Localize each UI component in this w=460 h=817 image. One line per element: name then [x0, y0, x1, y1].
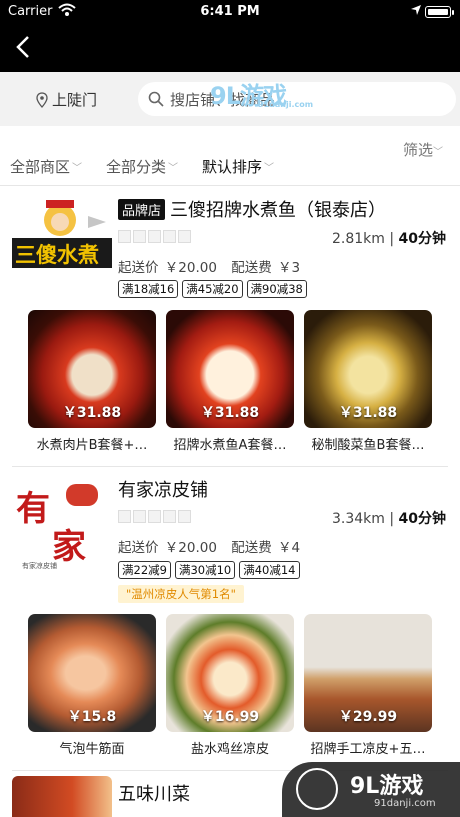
chevron-down-icon: ﹀	[72, 163, 83, 174]
discount-tag: 满45减20	[182, 280, 243, 298]
top-bar: Carrier 6:41 PM	[0, 0, 460, 72]
chevron-down-icon: ﹀	[168, 163, 179, 174]
svg-text:有家凉皮铺: 有家凉皮铺	[22, 561, 57, 570]
dish-image: ￥29.99	[304, 614, 432, 732]
svg-text:有: 有	[16, 489, 50, 529]
distance-time: 3.34km | 40分钟	[331, 511, 446, 527]
dish-item[interactable]: ￥31.88 招牌水煮鱼A套餐…	[166, 310, 296, 453]
svg-text:家: 家	[52, 527, 86, 567]
location-label: 上陡门	[52, 91, 98, 109]
star-icon	[118, 510, 131, 523]
discount-tags: 满22减9 满30减10 满40减14	[118, 561, 300, 579]
chevron-down-icon: ﹀	[264, 163, 275, 174]
star-icon	[148, 510, 161, 523]
discount-tag: 满22减9	[118, 561, 171, 579]
store-logo	[12, 776, 112, 817]
filter-category[interactable]: 全部分类 ﹀	[106, 156, 178, 177]
discount-tag: 满40减14	[239, 561, 300, 579]
rating-stars	[118, 230, 191, 243]
rating-stars	[118, 510, 191, 523]
filter-area[interactable]: 全部商区 ﹀	[10, 156, 82, 177]
star-icon	[163, 230, 176, 243]
dish-item[interactable]: ￥31.88 水煮肉片B套餐+…	[28, 310, 158, 453]
svg-text:三傻水煮: 三傻水煮	[15, 243, 99, 267]
star-icon	[178, 510, 191, 523]
discount-tag: 满90减38	[246, 280, 307, 298]
store-name: 品牌店 三傻招牌水煮鱼（银泰店）	[118, 196, 386, 222]
store-logo: 三傻水煮	[12, 192, 112, 292]
divider	[12, 466, 448, 467]
clock: 6:41 PM	[200, 4, 260, 19]
dish-item[interactable]: ￥29.99 招牌手工凉皮+五…	[304, 614, 434, 757]
back-button[interactable]	[14, 34, 34, 60]
discount-tag: 满18减16	[118, 280, 179, 298]
battery-icon	[425, 6, 454, 18]
dish-image: ￥31.88	[28, 310, 156, 428]
map-pin-icon	[36, 91, 48, 108]
store-name: 五味川菜	[118, 784, 190, 805]
dish-image: ￥31.88	[304, 310, 432, 428]
watermark-badge: 9L游戏 91danji.com	[282, 762, 460, 817]
brand-badge: 品牌店	[118, 198, 166, 220]
discount-tags: 满18减16 满45减20 满90减38	[118, 280, 307, 298]
star-icon	[118, 230, 131, 243]
dish-image: ￥16.99	[166, 614, 294, 732]
watermark-logo: 9L游戏 91danji.com	[210, 82, 314, 110]
dish-item[interactable]: ￥16.99 盐水鸡丝凉皮	[166, 614, 296, 757]
filter-sort[interactable]: 默认排序 ﹀	[202, 156, 274, 177]
dish-item[interactable]: ￥31.88 秘制酸菜鱼B套餐…	[304, 310, 434, 453]
watermark-circle-icon	[296, 768, 338, 810]
search-input[interactable]: 搜店铺、找商品	[138, 82, 456, 116]
dish-image: ￥31.88	[166, 310, 294, 428]
star-icon	[133, 230, 146, 243]
filter-screen[interactable]: 筛选﹀	[403, 139, 443, 160]
promo-badge: "温州凉皮人气第1名"	[118, 585, 244, 603]
star-icon	[178, 230, 191, 243]
chevron-down-icon: ﹀	[433, 147, 444, 158]
store-logo: 有 家 有家凉皮铺	[12, 474, 112, 574]
filter-bar: 全部商区 ﹀ 全部分类 ﹀ 默认排序 ﹀ 筛选﹀	[0, 126, 460, 186]
dish-image: ￥15.8	[28, 614, 156, 732]
star-icon	[163, 510, 176, 523]
distance-time: 2.81km | 40分钟	[331, 231, 446, 247]
location-arrow-icon	[411, 5, 421, 15]
dish-item[interactable]: ￥15.8 气泡牛筋面	[28, 614, 158, 757]
location-selector[interactable]: 上陡门	[36, 89, 97, 110]
delivery-fees: 起送价 ￥20.00 配送费 ￥3	[118, 260, 301, 276]
search-icon	[148, 91, 164, 107]
status-bar: Carrier 6:41 PM	[0, 0, 460, 24]
store-name: 有家凉皮铺	[118, 480, 208, 501]
discount-tag: 满30减10	[174, 561, 236, 579]
delivery-fees: 起送价 ￥20.00 配送费 ￥4	[118, 540, 301, 556]
star-icon	[148, 230, 161, 243]
star-icon	[133, 510, 146, 523]
